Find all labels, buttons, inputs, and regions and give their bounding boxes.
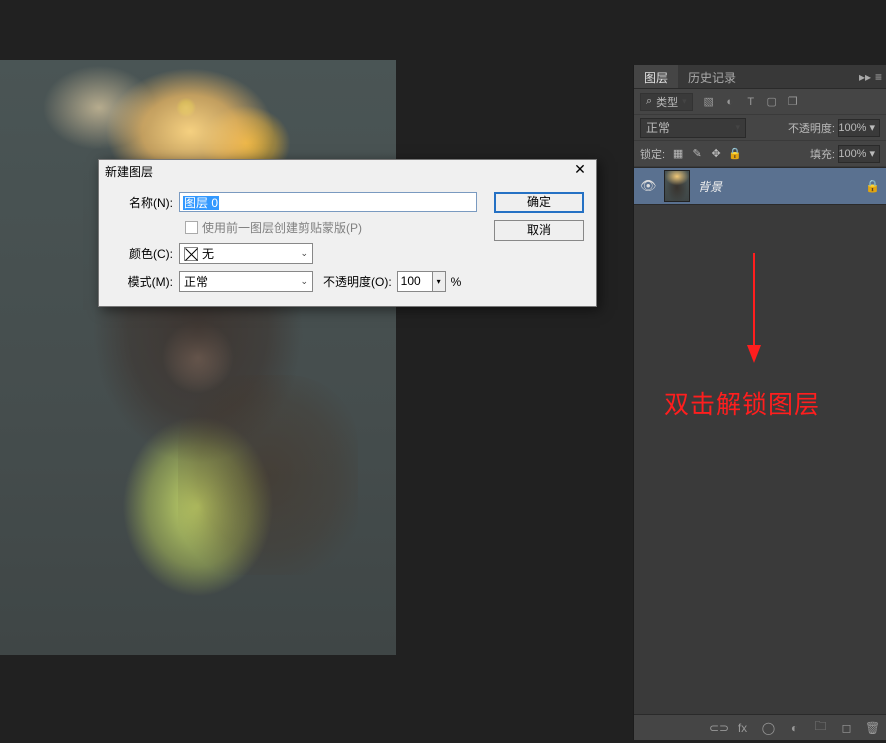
fill-label: 填充: [810, 146, 835, 162]
lock-all-icon[interactable]: 🔒 [728, 147, 742, 161]
tab-layers[interactable]: 图层 [634, 65, 678, 88]
panel-opacity-label: 不透明度: [788, 120, 835, 136]
filter-adjust-icon[interactable]: ◐ [723, 95, 737, 109]
filter-shape-icon[interactable]: ▢ [765, 95, 779, 109]
adjustment-icon[interactable]: ◐ [787, 721, 802, 735]
opacity-label: 不透明度(O): [323, 273, 392, 290]
mode-value: 正常 [184, 273, 208, 290]
dialog-titlebar[interactable]: 新建图层 ✕ [99, 160, 596, 182]
none-swatch-icon [184, 247, 198, 261]
lock-row: 锁定: ▦ ✎ ✥ 🔒 填充: 100% ▾ [634, 141, 886, 167]
collapse-icon[interactable]: ▸▸ [859, 70, 871, 84]
opacity-value: 100 [401, 274, 421, 288]
layer-name-label[interactable]: 背景 [698, 178, 722, 195]
blend-row: 正常 ▾ 不透明度: 100% ▾ [634, 115, 886, 141]
name-label: 名称(N): [109, 194, 179, 211]
filter-smart-icon[interactable]: ❐ [786, 95, 800, 109]
lock-icon[interactable]: 🔒 [865, 179, 880, 193]
panel-footer: ⊂⊃ fx ◯ ◐ 🗀 ◻ 🗑 [634, 714, 886, 740]
ok-button[interactable]: 确定 [494, 192, 584, 213]
filter-pixel-icon[interactable]: ▧ [702, 95, 716, 109]
panel-tabs: 图层 历史记录 ▸▸ ≡ [634, 65, 886, 89]
filter-kind-label: 类型 [656, 94, 678, 110]
color-select[interactable]: 无 ⌄ [179, 243, 313, 264]
cancel-button[interactable]: 取消 [494, 220, 584, 241]
opacity-stepper[interactable]: ▾ [433, 271, 446, 292]
fx-icon[interactable]: fx [735, 721, 750, 735]
document-image [0, 60, 396, 655]
delete-icon[interactable]: 🗑 [865, 721, 880, 735]
annotation-text: 双击解锁图层 [664, 385, 820, 421]
new-layer-dialog: 新建图层 ✕ 名称(N): 图层 0 使用前一图层创建剪贴蒙版(P) 颜色(C)… [98, 159, 597, 307]
chevron-down-icon: ▾ [735, 122, 740, 133]
chevron-down-icon: ▾ [869, 121, 875, 134]
new-layer-icon[interactable]: ◻ [839, 721, 854, 735]
layers-panel: 图层 历史记录 ▸▸ ≡ ⌕ 类型 ▾ ▧ ◐ T ▢ ❐ 正常 ▾ 不透明度:… [633, 65, 886, 740]
blend-mode-value: 正常 [646, 119, 670, 136]
blend-mode-select[interactable]: 正常 ▾ [640, 118, 746, 138]
layer-name-value: 图层 0 [183, 196, 219, 210]
close-icon[interactable]: ✕ [570, 162, 590, 180]
menu-icon[interactable]: ≡ [875, 70, 882, 84]
annotation-arrow [747, 253, 749, 353]
chevron-down-icon: ▾ [869, 147, 875, 160]
mask-icon[interactable]: ◯ [761, 721, 776, 735]
lock-pixels-icon[interactable]: ▦ [671, 147, 685, 161]
group-icon[interactable]: 🗀 [813, 717, 828, 738]
chevron-down-icon: ▾ [437, 277, 441, 286]
canvas-area[interactable] [0, 60, 396, 655]
clipping-mask-checkbox[interactable] [185, 221, 198, 234]
filter-row: ⌕ 类型 ▾ ▧ ◐ T ▢ ❐ [634, 89, 886, 115]
chevron-down-icon: ⌄ [300, 248, 308, 259]
chevron-down-icon: ⌄ [300, 276, 308, 287]
layer-name-input[interactable]: 图层 0 [179, 192, 477, 212]
layer-thumbnail[interactable] [664, 170, 690, 202]
lock-label: 锁定: [640, 146, 665, 162]
fill-value: 100% [838, 148, 866, 160]
visibility-eye-icon[interactable]: 👁 [640, 178, 656, 194]
filter-type-icon[interactable]: T [744, 95, 758, 109]
color-value: 无 [202, 245, 214, 262]
blend-mode-select[interactable]: 正常 ⌄ [179, 271, 313, 292]
link-layers-icon[interactable]: ⊂⊃ [709, 721, 724, 735]
lock-position-icon[interactable]: ✥ [709, 147, 723, 161]
layer-list-empty[interactable]: 双击解锁图层 [634, 205, 886, 714]
percent-label: % [451, 275, 462, 289]
dialog-title-text: 新建图层 [105, 163, 153, 180]
fill-input[interactable]: 100% ▾ [838, 145, 880, 163]
panel-opacity-input[interactable]: 100% ▾ [838, 119, 880, 137]
clipping-mask-label: 使用前一图层创建剪贴蒙版(P) [202, 219, 362, 236]
layer-row-background[interactable]: 👁 背景 🔒 [634, 167, 886, 205]
filter-kind-select[interactable]: ⌕ 类型 ▾ [640, 93, 693, 111]
mode-label: 模式(M): [109, 273, 179, 290]
search-icon: ⌕ [646, 95, 652, 108]
opacity-input[interactable]: 100 [397, 271, 433, 292]
lock-brush-icon[interactable]: ✎ [690, 147, 704, 161]
panel-opacity-value: 100% [838, 122, 866, 134]
tab-history[interactable]: 历史记录 [678, 65, 746, 88]
chevron-down-icon: ▾ [682, 96, 687, 107]
color-label: 颜色(C): [109, 245, 179, 262]
